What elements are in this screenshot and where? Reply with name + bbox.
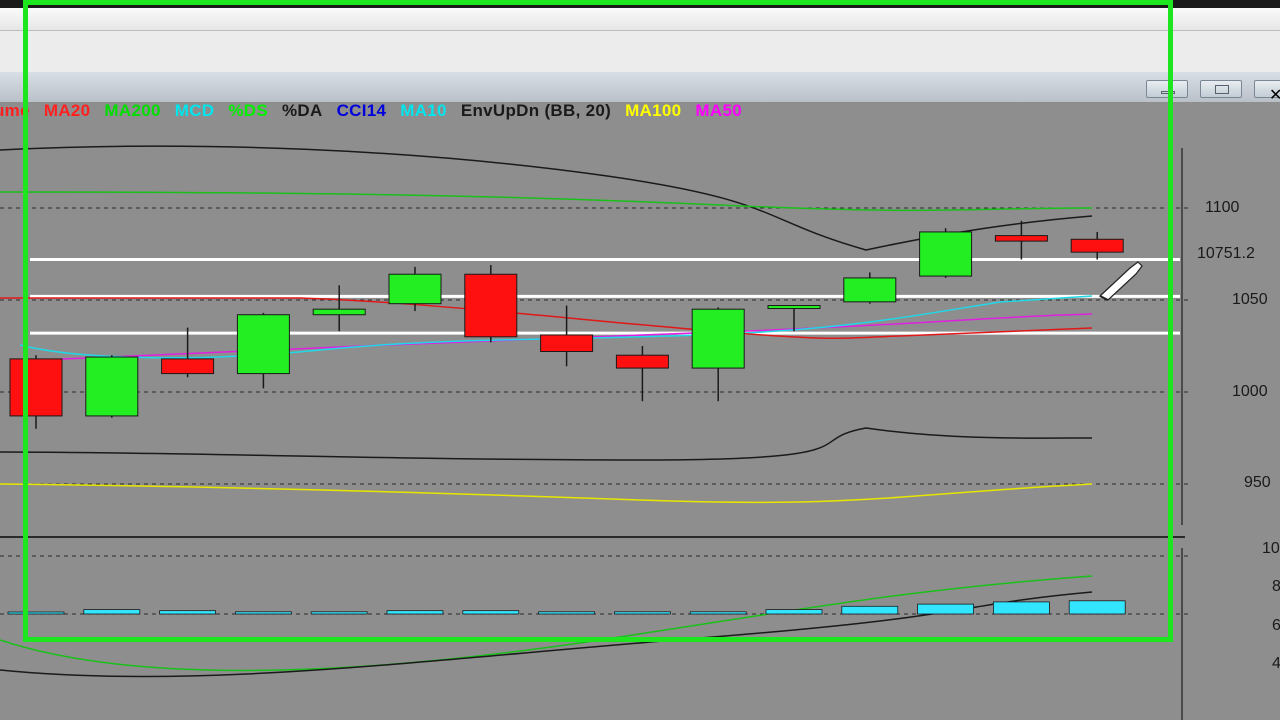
legend-item: MA20 bbox=[43, 101, 91, 120]
bullish-candle bbox=[691, 308, 745, 369]
legend-item: EnvUpDn (BB, 20) bbox=[460, 101, 612, 120]
indicator-legend: ume MA20 MA200 MCD %DS %DA CCI14 MA10 EnvUpDn (B… bbox=[0, 101, 756, 123]
lower-axis-label: 6 bbox=[1272, 617, 1280, 634]
histogram-bar bbox=[689, 611, 747, 615]
bearish-candle bbox=[464, 273, 518, 338]
bullish-candle bbox=[85, 356, 139, 417]
bullish-candle bbox=[767, 305, 821, 310]
histogram-bar bbox=[993, 601, 1050, 615]
histogram-bar bbox=[159, 610, 217, 615]
histogram-bar bbox=[614, 611, 671, 615]
legend-item: %DA bbox=[282, 101, 323, 120]
bearish-candle bbox=[615, 354, 669, 369]
histogram-bar bbox=[310, 611, 368, 615]
ds-oscillator-line bbox=[0, 575, 1093, 672]
histogram-bar bbox=[386, 610, 444, 615]
bearish-candle bbox=[994, 235, 1048, 242]
histogram-bar bbox=[7, 611, 65, 615]
legend-item: MA100 bbox=[625, 101, 682, 120]
histogram-bar bbox=[83, 609, 141, 615]
histogram-bar bbox=[841, 605, 899, 615]
bearish-candle bbox=[9, 358, 63, 417]
lower-axis-label: 10 bbox=[1262, 540, 1280, 557]
price-axis-label: 1000 bbox=[1232, 383, 1268, 400]
price-axis-label: 1050 bbox=[1232, 291, 1268, 308]
histogram-bar bbox=[917, 603, 974, 615]
histogram-bar bbox=[234, 611, 292, 615]
lower-axis-label: 8 bbox=[1272, 578, 1280, 595]
bullish-candle bbox=[843, 277, 897, 303]
legend-item: CCI14 bbox=[336, 101, 387, 120]
histogram-bar bbox=[538, 611, 595, 615]
histogram-bar bbox=[462, 610, 520, 615]
price-axis-label: 950 bbox=[1244, 474, 1271, 491]
pen-cursor-icon bbox=[1098, 261, 1143, 301]
bullish-candle bbox=[236, 314, 290, 375]
price-axis-label: 10751.2 bbox=[1197, 245, 1255, 262]
legend-item: MA200 bbox=[104, 101, 161, 120]
legend-item: ume bbox=[0, 101, 30, 120]
legend-item: %DS bbox=[228, 101, 268, 120]
bearish-candle bbox=[540, 334, 594, 353]
legend-item: MA10 bbox=[400, 101, 447, 120]
bearish-candle bbox=[1070, 238, 1124, 253]
bullish-candle bbox=[312, 308, 366, 316]
bearish-candle bbox=[161, 358, 215, 375]
price-axis-label: 1100 bbox=[1205, 199, 1240, 216]
bullish-candle bbox=[388, 273, 442, 305]
lower-axis-label: 4 bbox=[1272, 655, 1280, 672]
legend-item: MA50 bbox=[695, 101, 742, 120]
bullish-candle bbox=[919, 231, 973, 277]
histogram-bar bbox=[1068, 600, 1126, 615]
histogram-bar bbox=[765, 609, 823, 615]
legend-item: MCD bbox=[174, 101, 215, 120]
